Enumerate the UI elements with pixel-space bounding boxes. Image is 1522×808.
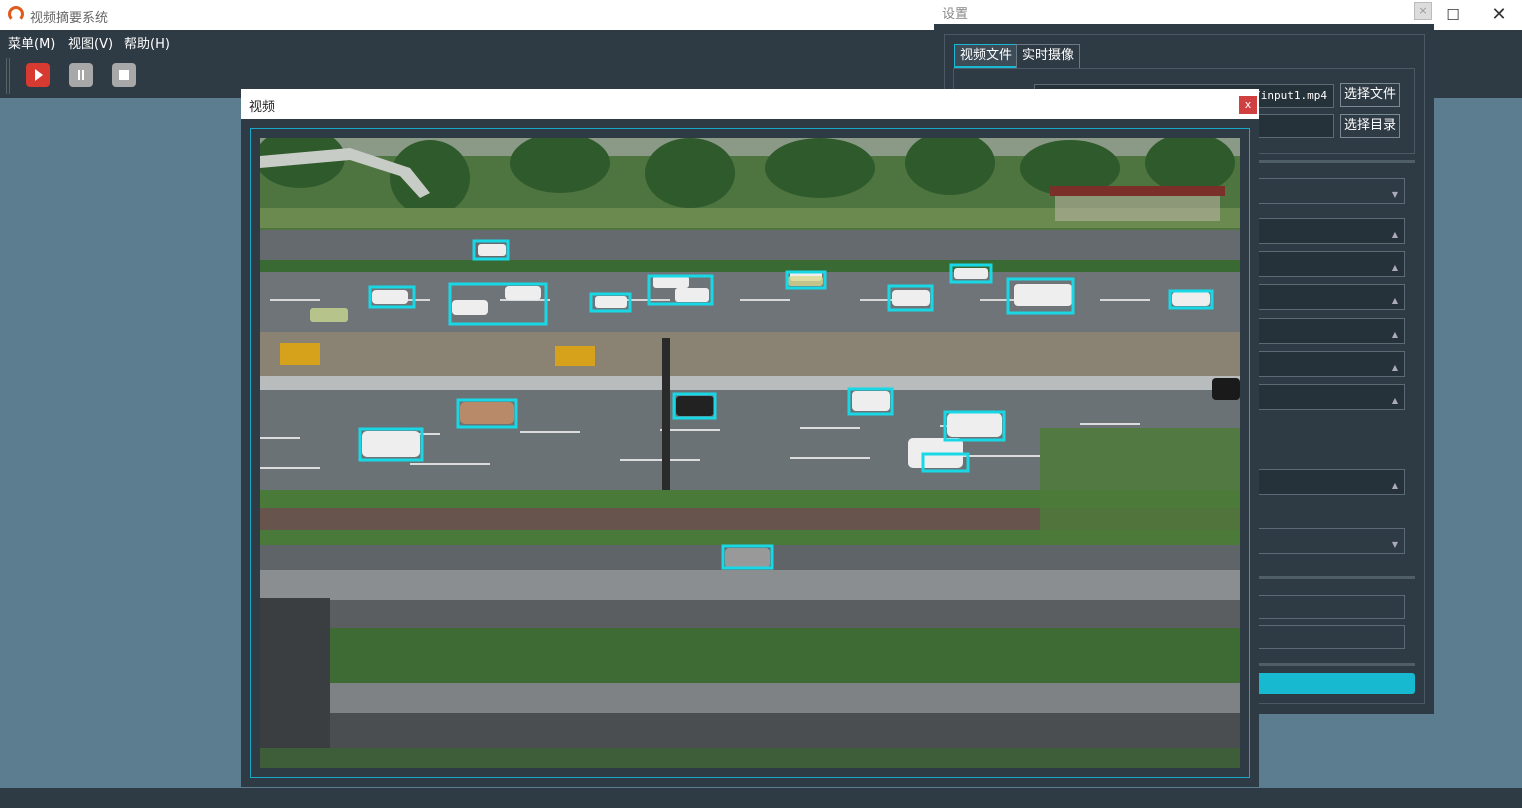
app-title: 视频摘要系统 <box>30 11 109 26</box>
settings-close-button[interactable]: × <box>1414 2 1432 20</box>
tab-live-camera[interactable]: 实时摄像 <box>1016 44 1081 68</box>
setting-input-1[interactable] <box>1255 595 1405 619</box>
settings-title: 设置 <box>942 7 969 22</box>
close-button[interactable]: ✕ <box>1476 0 1522 30</box>
start-button[interactable] <box>1255 673 1415 694</box>
video-close-button[interactable]: x <box>1239 96 1257 114</box>
select-file-button[interactable]: 选择文件 <box>1340 83 1400 107</box>
chevron-up-icon: ▲ <box>1391 363 1398 372</box>
menu-item-menu[interactable]: 菜单(M) <box>8 33 55 52</box>
video-canvas <box>260 138 1240 768</box>
setting-spin-7[interactable]: ▲ <box>1255 469 1405 495</box>
chevron-up-icon: ▲ <box>1391 396 1398 405</box>
setting-input-2[interactable] <box>1255 625 1405 649</box>
toolbar-grip[interactable] <box>6 58 10 94</box>
chevron-up-icon: ▲ <box>1391 481 1398 490</box>
setting-spin-2[interactable]: ▲ <box>1255 251 1405 277</box>
stop-button[interactable] <box>112 63 136 87</box>
chevron-down-icon: ▼ <box>1391 190 1398 199</box>
status-bar <box>0 788 1522 808</box>
menu-item-view[interactable]: 视图(V) <box>68 33 113 52</box>
maximize-button[interactable]: ☐ <box>1430 0 1476 30</box>
play-button[interactable] <box>26 63 50 87</box>
setting-spin-1[interactable]: ▲ <box>1255 218 1405 244</box>
chevron-up-icon: ▲ <box>1391 296 1398 305</box>
chevron-down-icon: ▼ <box>1391 540 1398 549</box>
settings-title-bar: 设置 × <box>934 0 1434 24</box>
app-logo-icon <box>8 6 24 22</box>
setting-combo-1[interactable]: ▼ <box>1255 178 1405 204</box>
setting-spin-6[interactable]: ▲ <box>1255 384 1405 410</box>
setting-spin-4[interactable]: ▲ <box>1255 318 1405 344</box>
select-dir-button[interactable]: 选择目录 <box>1340 114 1400 138</box>
menu-item-help[interactable]: 帮助(H) <box>124 33 170 52</box>
video-frame-image <box>260 138 1240 768</box>
setting-spin-5[interactable]: ▲ <box>1255 351 1405 377</box>
chevron-up-icon: ▲ <box>1391 230 1398 239</box>
setting-combo-2[interactable]: ▼ <box>1255 528 1405 554</box>
chevron-up-icon: ▲ <box>1391 330 1398 339</box>
pause-button[interactable] <box>69 63 93 87</box>
chevron-up-icon: ▲ <box>1391 263 1398 272</box>
video-title-bar: 视频 x <box>241 89 1259 119</box>
video-title: 视频 <box>249 100 276 115</box>
tab-video-file[interactable]: 视频文件 <box>954 44 1019 68</box>
setting-spin-3[interactable]: ▲ <box>1255 284 1405 310</box>
